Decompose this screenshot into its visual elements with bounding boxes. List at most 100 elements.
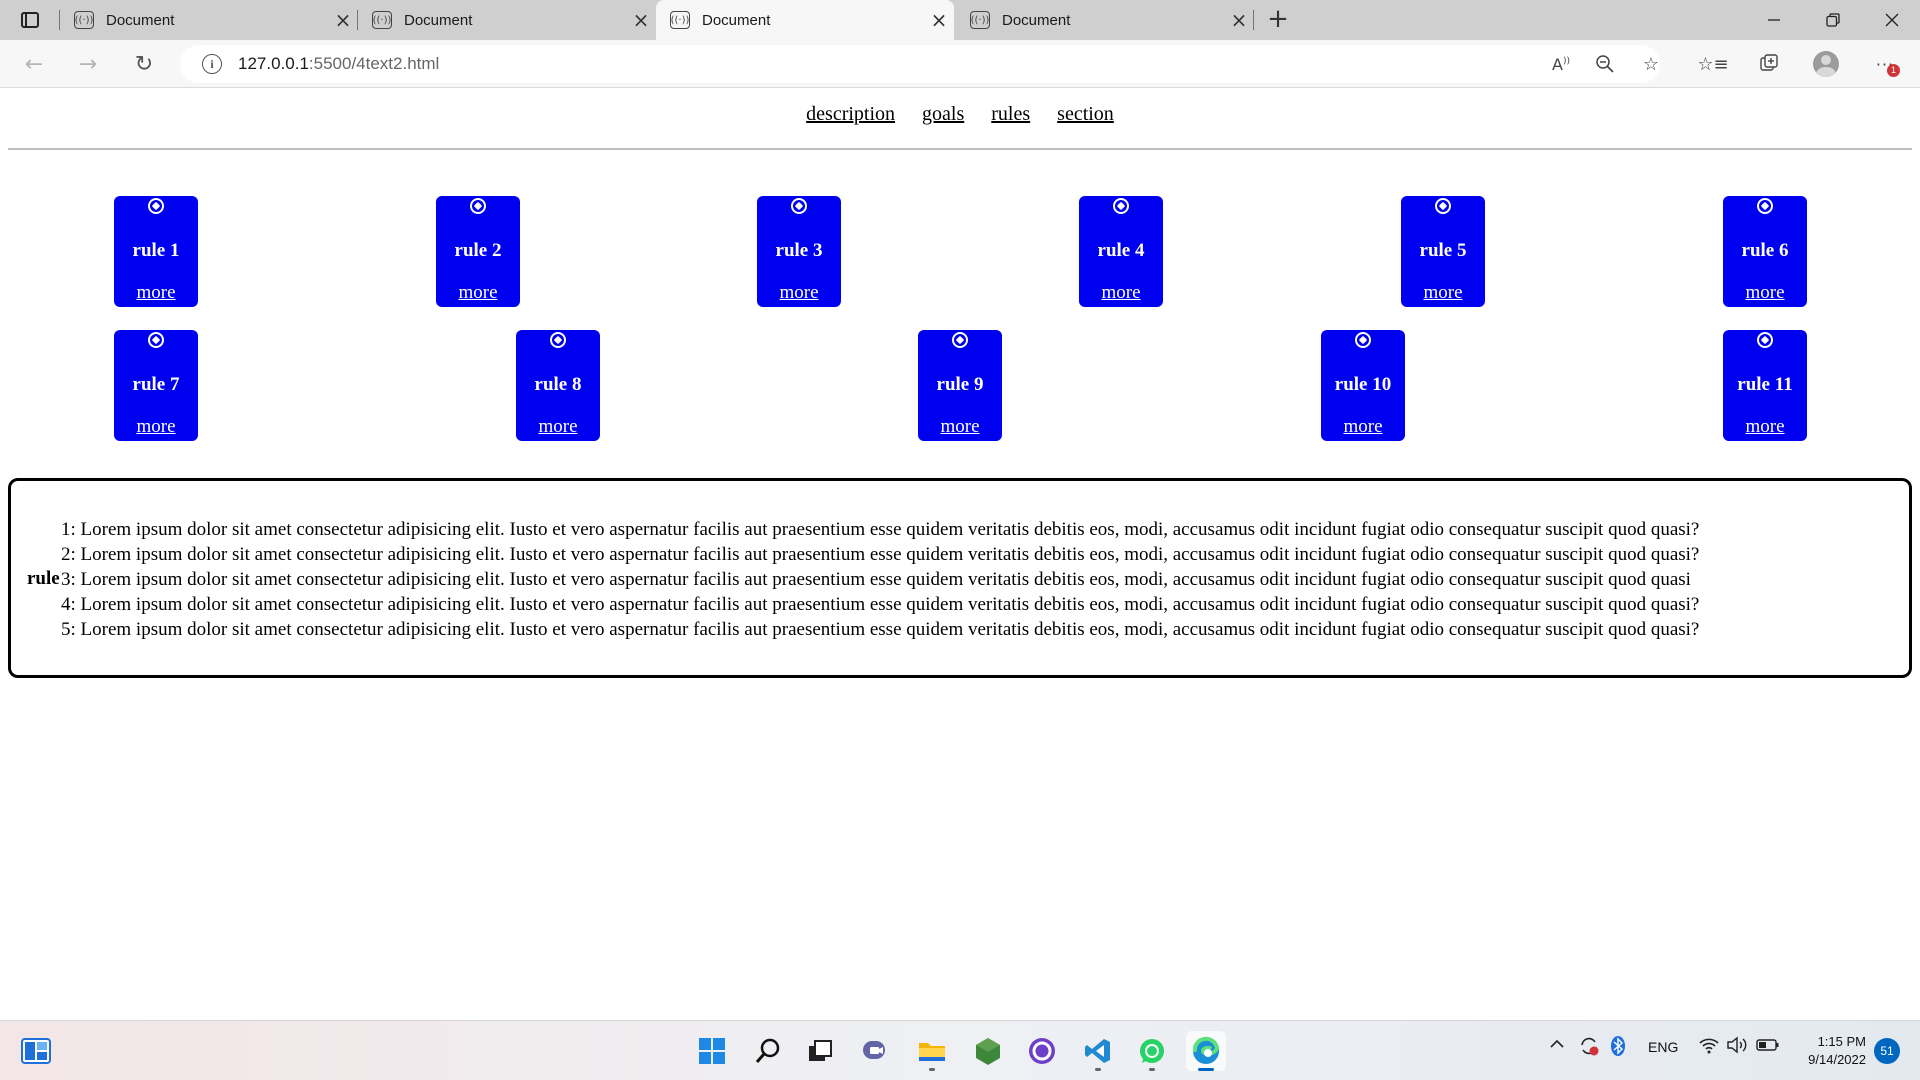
restore-button[interactable] [1805,0,1861,40]
rule-card-title: rule 1 [132,240,180,261]
show-hidden-icons-button[interactable] [1548,1035,1566,1056]
tab-title: Document [106,11,175,29]
tab-close-icon[interactable]: × [924,8,954,32]
teams-chat-button[interactable] [856,1031,896,1071]
avatar [1813,51,1839,77]
more-link[interactable]: more [114,282,198,304]
battery-tray-button[interactable] [1756,1036,1780,1057]
soccer-ball-icon [550,332,566,348]
more-link[interactable]: more [436,282,520,304]
close-icon [1885,13,1899,27]
soccer-ball-icon [1113,198,1129,214]
nav-link-rules[interactable]: rules [991,103,1030,125]
browser-tab[interactable]: ((·)) Document × [357,0,656,40]
rule-card-title: rule 2 [454,240,502,261]
more-link[interactable]: more [1079,282,1163,304]
add-favorite-button[interactable]: ☆ [1634,47,1668,81]
teams-chat-icon [863,1041,885,1059]
soccer-ball-icon [952,332,968,348]
minimize-button[interactable] [1746,0,1802,40]
widgets-button[interactable] [16,1031,56,1071]
clock[interactable]: 1:15 PM 9/14/2022 [1798,1033,1866,1069]
soccer-ball-icon [470,198,486,214]
rule-card-title: rule 7 [132,374,180,395]
refresh-icon: ↻ [134,51,154,77]
browser-tab[interactable]: ((·)) Document × [956,0,1254,40]
file-explorer-button[interactable] [912,1031,952,1071]
tab-title: Document [1002,11,1071,29]
close-window-button[interactable] [1864,0,1920,40]
edge-button[interactable] [1186,1031,1226,1071]
rule-card: rule 1 more [114,196,198,307]
more-link[interactable]: more [757,282,841,304]
volume-tray-button[interactable] [1726,1035,1748,1058]
browser-tab-strip: ((·)) Document × ((·)) Document × ((·)) … [0,0,1920,40]
tab-title: Document [702,11,771,29]
new-tab-button[interactable]: + [1262,4,1294,36]
page-nav: description goals rules section [0,103,1920,126]
chevron-up-icon [1550,1039,1564,1048]
more-link[interactable]: more [516,416,600,438]
more-link[interactable]: more [1723,282,1807,304]
widgets-icon [21,1038,51,1064]
notification-center-badge[interactable]: 51 [1874,1038,1900,1064]
read-aloud-button[interactable]: A)) [1544,47,1578,81]
favorites-button[interactable]: ☆≡ [1696,47,1730,81]
language-indicator[interactable]: ENG [1648,1039,1678,1055]
task-view-button[interactable] [800,1031,840,1071]
back-button[interactable]: ← [16,47,52,81]
nav-link-description[interactable]: description [806,103,895,125]
whatsapp-button[interactable] [1132,1031,1172,1071]
soccer-ball-icon [791,198,807,214]
sync-tray-button[interactable] [1578,1035,1600,1060]
read-aloud-icon: A)) [1552,54,1570,74]
more-link[interactable]: more [1401,282,1485,304]
back-arrow-icon: ← [24,51,44,77]
vscode-button[interactable] [1078,1031,1118,1071]
restore-icon [1826,13,1840,27]
tab-favicon-icon: ((·)) [970,11,990,29]
site-info-icon[interactable]: i [202,54,222,74]
edge-icon [1192,1036,1220,1064]
volume-icon [1727,1036,1747,1054]
refresh-button[interactable]: ↻ [126,47,162,81]
address-bar[interactable]: i 127.0.0.1:5500/4text2.html [180,45,1660,83]
more-link[interactable]: more [1321,416,1405,438]
divider [8,148,1912,150]
browser-tab-active[interactable]: ((·)) Document × [656,0,954,40]
tab-actions-icon [21,12,39,28]
page-viewport: description goals rules section rule 1 m… [0,89,1920,1019]
profile-button[interactable] [1809,47,1843,81]
more-link[interactable]: more [114,416,198,438]
vscode-icon [1085,1039,1110,1063]
nodejs-button[interactable] [968,1031,1008,1071]
soccer-ball-icon [1435,198,1451,214]
soccer-ball-icon [1355,332,1371,348]
zoom-out-button[interactable] [1588,47,1622,81]
more-link[interactable]: more [918,416,1002,438]
browser-tab[interactable]: ((·)) Document × [59,0,358,40]
tab-close-icon[interactable]: × [328,8,358,32]
bluetooth-tray-button[interactable] [1610,1035,1626,1060]
tab-close-icon[interactable]: × [1224,8,1254,32]
collections-button[interactable] [1752,47,1786,81]
nav-link-section[interactable]: section [1057,103,1114,125]
nav-link-goals[interactable]: goals [922,103,964,125]
tab-favicon-icon: ((·)) [74,11,94,29]
rule-card-title: rule 11 [1737,374,1793,395]
start-button[interactable] [692,1031,732,1071]
settings-more-button[interactable]: ··· 1 [1868,47,1902,81]
rule-card-title: rule 5 [1419,240,1467,261]
github-desktop-button[interactable] [1022,1031,1062,1071]
star-add-icon: ☆ [1642,53,1660,75]
rule-card: rule 5 more [1401,196,1485,307]
tab-actions-menu-button[interactable] [14,8,46,32]
wifi-tray-button[interactable] [1698,1035,1720,1058]
soccer-ball-icon [148,198,164,214]
tab-close-icon[interactable]: × [626,8,656,32]
browser-toolbar: ← → ↻ i 127.0.0.1:5500/4text2.html A)) ☆… [0,40,1920,88]
more-link[interactable]: more [1723,416,1807,438]
soccer-ball-icon [148,332,164,348]
search-button[interactable] [748,1031,788,1071]
forward-button[interactable]: → [70,47,106,81]
